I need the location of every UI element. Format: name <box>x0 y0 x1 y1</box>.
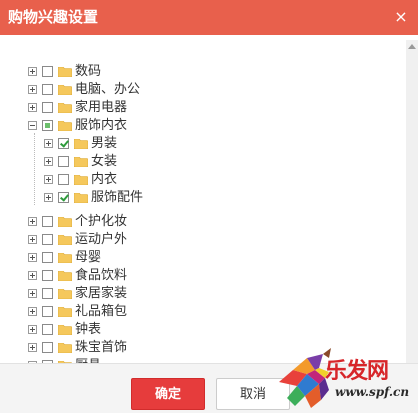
folder-icon <box>74 193 88 203</box>
tree-category[interactable]: 礼品箱包 <box>28 303 388 321</box>
tree-category[interactable]: 个护化妆 <box>28 213 388 231</box>
tree-category[interactable]: 运动户外 <box>28 231 388 249</box>
category-checkbox[interactable] <box>58 192 69 203</box>
category-label[interactable]: 电脑、办公 <box>75 81 140 99</box>
tree-category[interactable]: 食品饮料 <box>28 267 388 285</box>
scroll-up-arrow-icon[interactable] <box>408 44 416 49</box>
dialog-title: 购物兴趣设置 <box>8 8 99 26</box>
category-label[interactable]: 钟表 <box>75 321 101 339</box>
category-label[interactable]: 服饰配件 <box>91 189 143 207</box>
tree-category[interactable]: 钟表 <box>28 321 388 339</box>
expand-icon[interactable] <box>28 271 37 280</box>
folder-icon <box>58 121 72 131</box>
folder-icon <box>58 271 72 281</box>
folder-icon <box>58 85 72 95</box>
category-label[interactable]: 家居家装 <box>75 285 127 303</box>
category-label[interactable]: 内衣 <box>91 171 117 189</box>
category-label[interactable]: 服饰内衣 <box>75 117 127 135</box>
tree-subcategory[interactable]: 男装 <box>28 135 388 153</box>
folder-icon <box>74 175 88 185</box>
expand-icon[interactable] <box>28 103 37 112</box>
tree-category[interactable]: 服饰内衣 <box>28 117 388 135</box>
close-icon[interactable]: × <box>392 8 410 26</box>
category-checkbox[interactable] <box>42 216 53 227</box>
expand-icon[interactable] <box>28 325 37 334</box>
expand-icon[interactable] <box>28 253 37 262</box>
dialog-body: 数码 电脑、办公 家用电器 服饰内衣 男装 女装 内衣 服饰配件个护化妆 运动户外 母婴 食品饮料家… <box>0 35 418 363</box>
tree-subcategory[interactable]: 服饰配件 <box>28 189 388 207</box>
category-label[interactable]: 运动户外 <box>75 231 127 249</box>
category-checkbox[interactable] <box>58 174 69 185</box>
category-checkbox[interactable] <box>42 306 53 317</box>
folder-icon <box>58 289 72 299</box>
interest-settings-dialog: 购物兴趣设置 × 数码 电脑、办公 家用电器 服饰内衣 男装 女装 内衣 服饰配件个护化妆 运动… <box>0 0 418 413</box>
category-label[interactable]: 珠宝首饰 <box>75 339 127 357</box>
tree-subcategory[interactable]: 女装 <box>28 153 388 171</box>
watermark-url: www.spf.cn <box>335 385 410 399</box>
expand-icon[interactable] <box>44 139 53 148</box>
folder-icon <box>58 67 72 77</box>
tree-connector-line <box>34 133 36 205</box>
folder-icon <box>58 253 72 263</box>
folder-icon <box>58 343 72 353</box>
folder-icon <box>58 103 72 113</box>
category-label[interactable]: 母婴 <box>75 249 101 267</box>
category-checkbox[interactable] <box>42 234 53 245</box>
expand-icon[interactable] <box>44 175 53 184</box>
folder-icon <box>58 217 72 227</box>
category-label[interactable]: 男装 <box>91 135 117 153</box>
expand-icon[interactable] <box>28 307 37 316</box>
vertical-scrollbar[interactable] <box>406 40 418 363</box>
site-watermark: 乐发网 www.spf.cn <box>273 340 418 413</box>
category-checkbox[interactable] <box>42 102 53 113</box>
watermark-logo-text: 乐发网 <box>325 358 389 384</box>
category-label[interactable]: 数码 <box>75 63 101 81</box>
tree-category[interactable]: 电脑、办公 <box>28 81 388 99</box>
category-label[interactable]: 个护化妆 <box>75 213 127 231</box>
expand-icon[interactable] <box>44 193 53 202</box>
folder-icon <box>58 325 72 335</box>
category-checkbox[interactable] <box>58 138 69 149</box>
tree-category[interactable]: 数码 <box>28 63 388 81</box>
folder-icon <box>58 235 72 245</box>
category-label[interactable]: 礼品箱包 <box>75 303 127 321</box>
folder-icon <box>74 157 88 167</box>
category-checkbox[interactable] <box>42 324 53 335</box>
category-checkbox[interactable] <box>42 288 53 299</box>
expand-icon[interactable] <box>28 217 37 226</box>
folder-icon <box>58 307 72 317</box>
expand-icon[interactable] <box>28 235 37 244</box>
expand-icon[interactable] <box>28 85 37 94</box>
tree-category[interactable]: 母婴 <box>28 249 388 267</box>
dialog-titlebar: 购物兴趣设置 × <box>0 0 418 35</box>
tree-subcategory[interactable]: 内衣 <box>28 171 388 189</box>
expand-icon[interactable] <box>28 289 37 298</box>
category-checkbox[interactable] <box>42 252 53 263</box>
tree-category[interactable]: 家居家装 <box>28 285 388 303</box>
category-checkbox[interactable] <box>42 120 53 131</box>
category-checkbox[interactable] <box>42 66 53 77</box>
expand-icon[interactable] <box>28 343 37 352</box>
category-label[interactable]: 家用电器 <box>75 99 127 117</box>
collapse-icon[interactable] <box>28 121 37 130</box>
expand-icon[interactable] <box>28 67 37 76</box>
category-label[interactable]: 女装 <box>91 153 117 171</box>
expand-icon[interactable] <box>44 157 53 166</box>
category-checkbox[interactable] <box>58 156 69 167</box>
tree-category[interactable]: 家用电器 <box>28 99 388 117</box>
category-tree: 数码 电脑、办公 家用电器 服饰内衣 男装 女装 内衣 服饰配件个护化妆 运动户外 母婴 食品饮料家… <box>28 63 388 363</box>
category-label[interactable]: 食品饮料 <box>75 267 127 285</box>
category-checkbox[interactable] <box>42 84 53 95</box>
category-checkbox[interactable] <box>42 270 53 281</box>
folder-icon <box>74 139 88 149</box>
category-checkbox[interactable] <box>42 342 53 353</box>
confirm-button[interactable]: 确定 <box>131 378 205 410</box>
